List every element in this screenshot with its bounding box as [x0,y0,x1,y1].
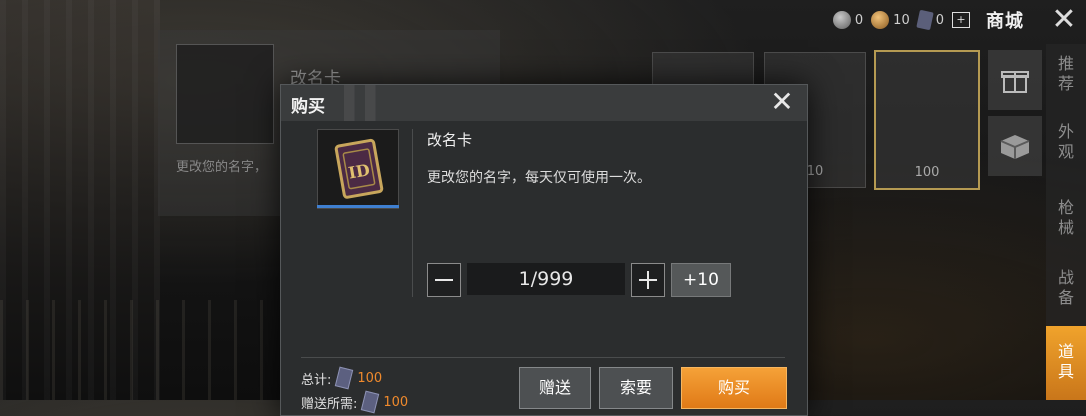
total-row: 总计: 100 [301,366,383,390]
tab-label: 推荐 [1057,54,1074,93]
tab-label: 战备 [1057,268,1074,307]
tab-weapons[interactable]: 枪械 [1046,198,1086,238]
gift-icon[interactable] [988,50,1042,110]
bp-coin-icon [832,11,851,29]
horizontal-divider [301,357,785,358]
background-railing [0,300,300,400]
gift-cost-row: 赠送所需: 100 [301,390,409,414]
quantity-decrease-button[interactable] [427,263,461,297]
add-currency-icon[interactable]: + [952,12,970,28]
background-card-price: 100 [914,165,940,180]
card-count: 0 [935,12,944,28]
dialog-title: 购买 [291,97,325,117]
background-item-card-selected[interactable]: 100 [874,50,980,190]
gift-price: 100 [383,394,409,410]
quantity-plus-10-button[interactable]: +10 [671,263,731,297]
rename-card-currency-icon [361,390,380,414]
rename-card-currency-icon [335,366,354,390]
category-icons [988,50,1044,182]
shop-title: 商城 [986,11,1024,32]
tab-label: 枪械 [1057,198,1074,237]
svg-text:ID: ID [347,160,371,182]
close-shop-icon[interactable]: ✕ [1042,3,1086,37]
gift-cost-label: 赠送所需: [301,396,358,412]
gift-button[interactable]: 赠送 [519,367,591,409]
bp-count: 0 [854,12,864,28]
rename-card-icon [916,9,934,31]
tab-recommended[interactable]: 推荐 [1046,54,1086,94]
tab-label: 外观 [1057,122,1074,161]
category-nav: 推荐 外观 枪械 战备 道具 [1046,44,1086,400]
buy-button[interactable]: 购买 [681,367,787,409]
close-dialog-icon[interactable]: ✕ [767,87,797,117]
purchase-dialog: 购买 ✕ ID 改名卡 更改您的名字，每天仅可使用一次。 1/999 +10 总… [280,84,808,416]
background-item-thumbnail [176,44,274,144]
quantity-field[interactable]: 1/999 [467,263,625,295]
quantity-increase-button[interactable] [631,263,665,297]
minus-icon [435,279,453,281]
item-thumbnail: ID [317,129,399,209]
item-thumbnail-underline [317,205,399,208]
request-button[interactable]: 索要 [599,367,673,409]
tab-label: 道具 [1057,342,1074,381]
dialog-header: 购买 ✕ [281,85,807,121]
crate-icon[interactable] [988,116,1042,176]
resource-bar: 0 10 0 + 商城 ✕ [832,3,1086,37]
tab-items[interactable]: 道具 [1046,326,1086,400]
vertical-divider [412,129,413,297]
tab-supplies[interactable]: 战备 [1046,268,1086,308]
tab-appearance[interactable]: 外观 [1046,122,1086,162]
item-name: 改名卡 [427,131,473,149]
total-label: 总计: [301,372,332,388]
uc-count: 10 [893,12,910,28]
uc-coin-icon [871,11,890,29]
background-item-desc: 更改您的名字， [176,160,268,175]
item-description: 更改您的名字，每天仅可使用一次。 [427,170,651,186]
rename-card-icon: ID [334,138,384,199]
total-price: 100 [357,370,383,386]
